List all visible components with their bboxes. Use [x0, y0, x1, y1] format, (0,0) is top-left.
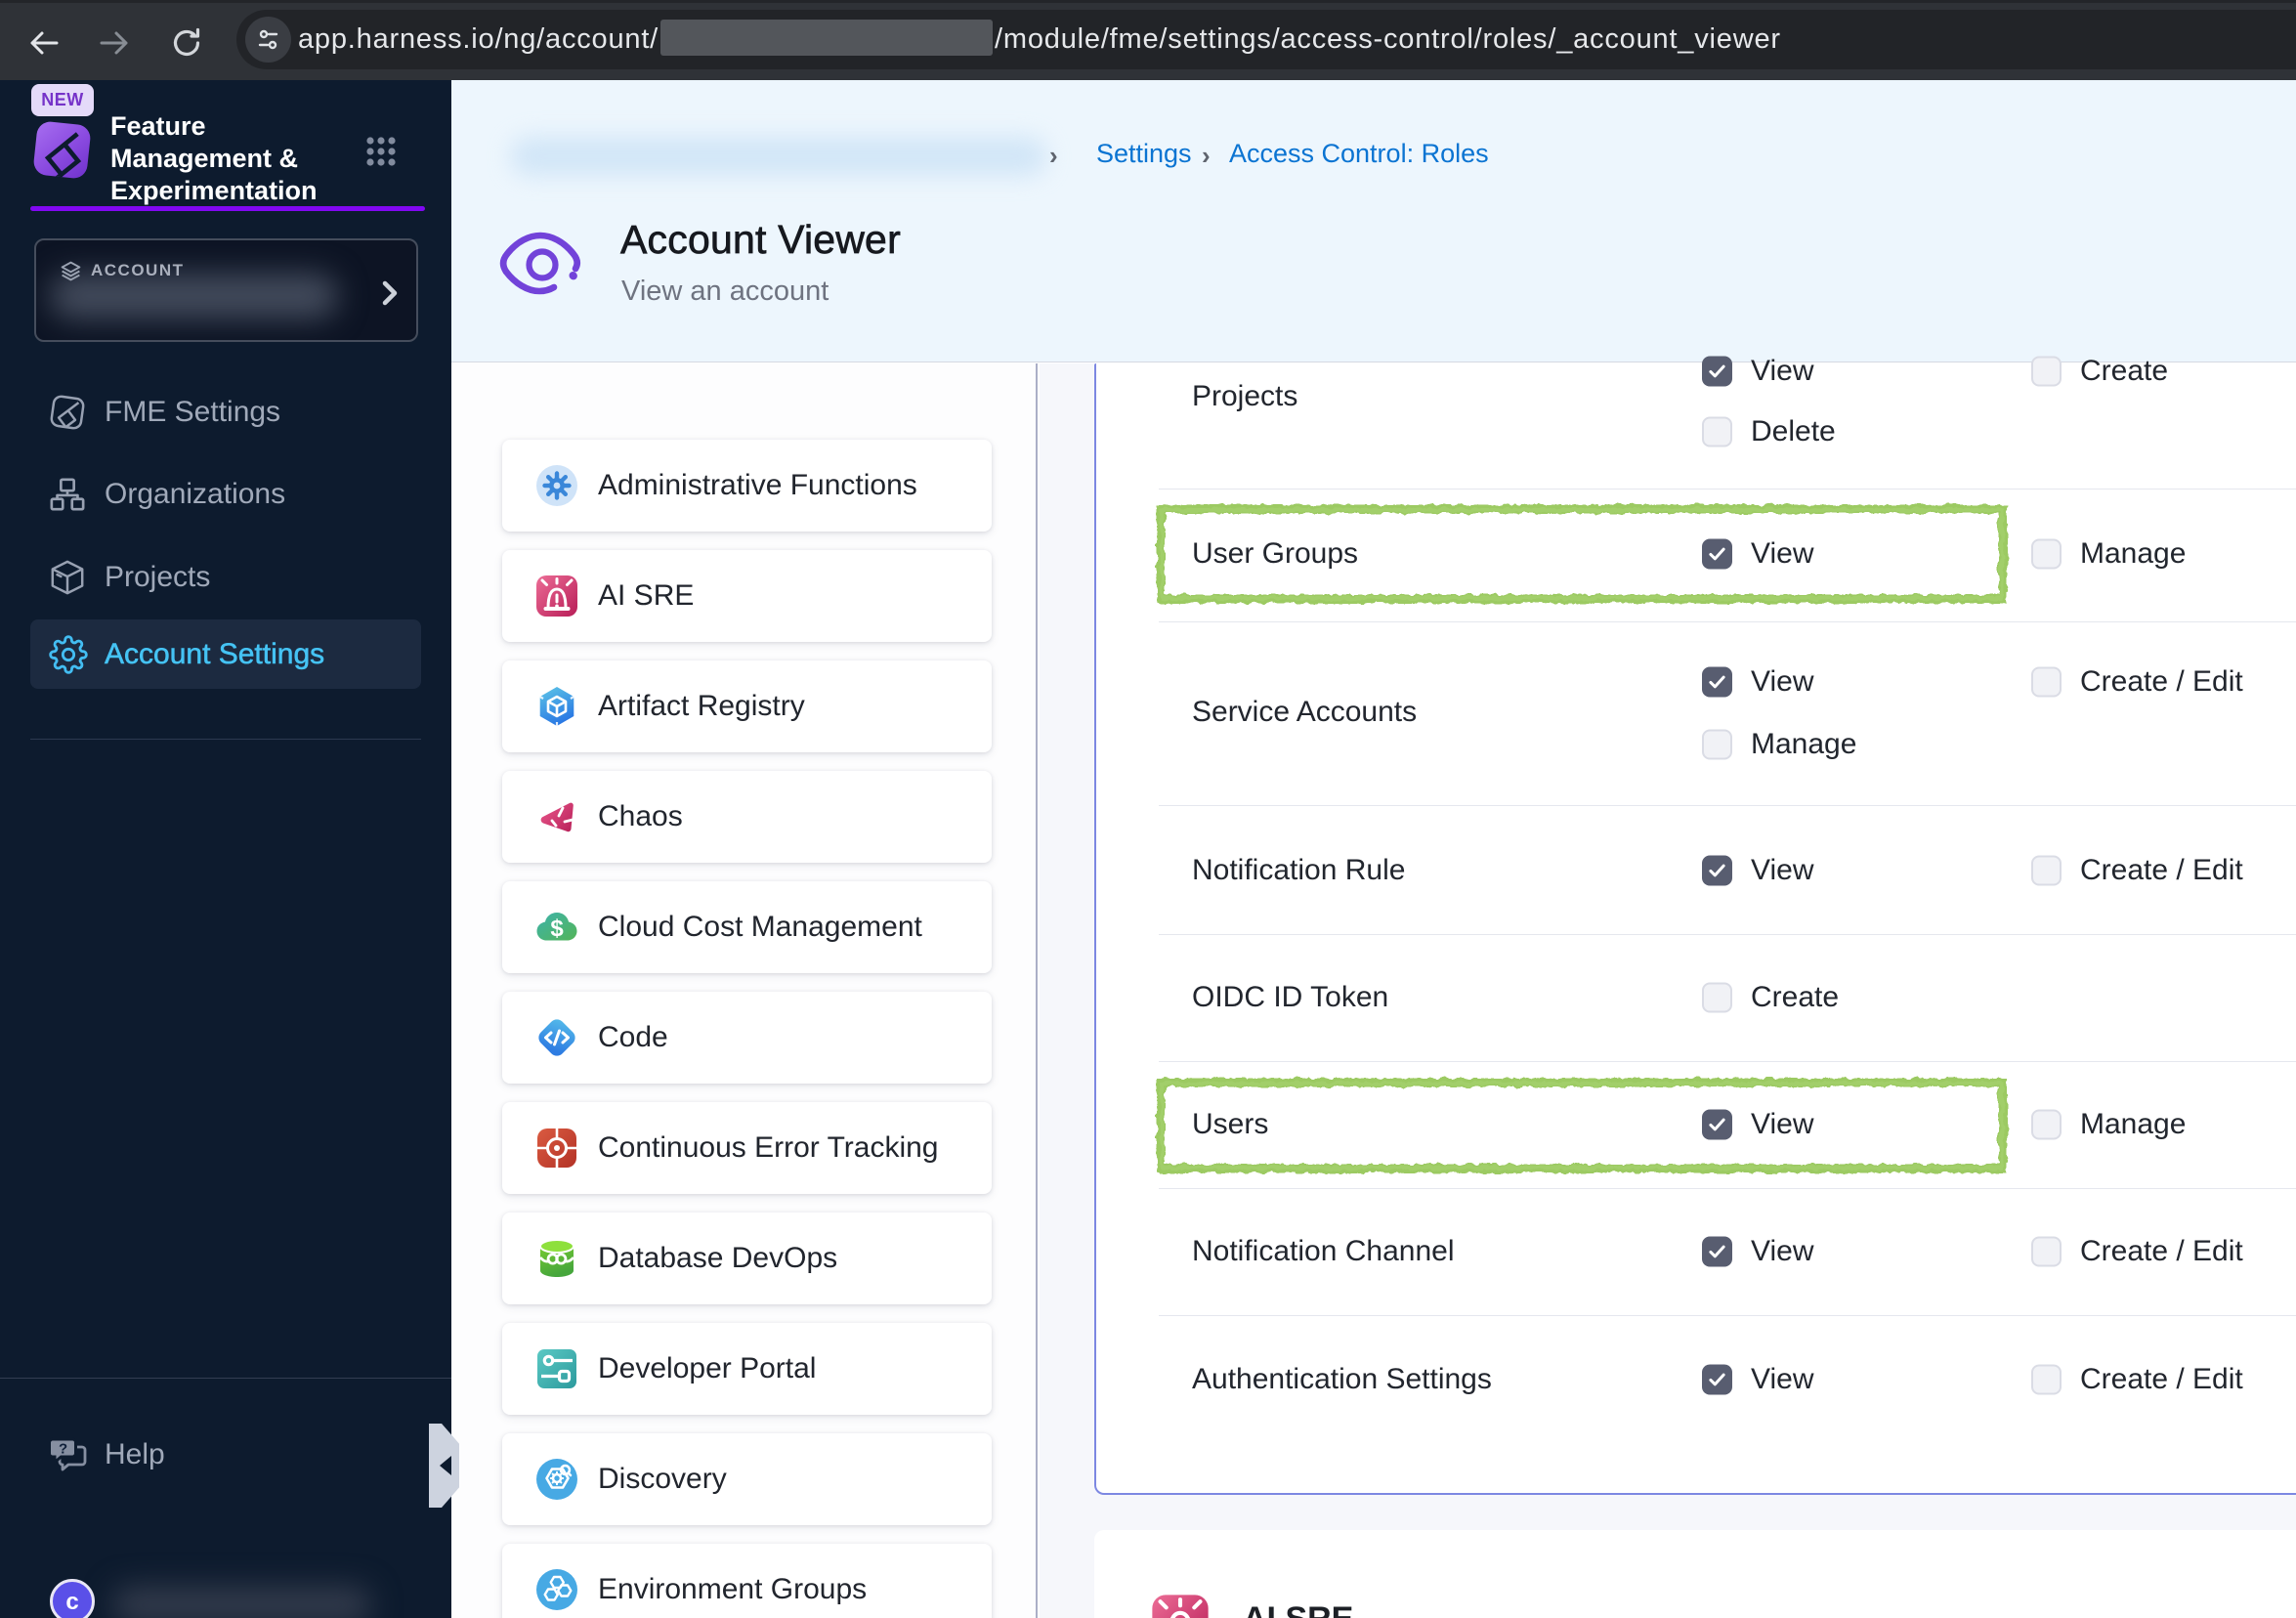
- svg-text:$: $: [550, 915, 564, 942]
- svg-text:?: ?: [59, 1440, 67, 1457]
